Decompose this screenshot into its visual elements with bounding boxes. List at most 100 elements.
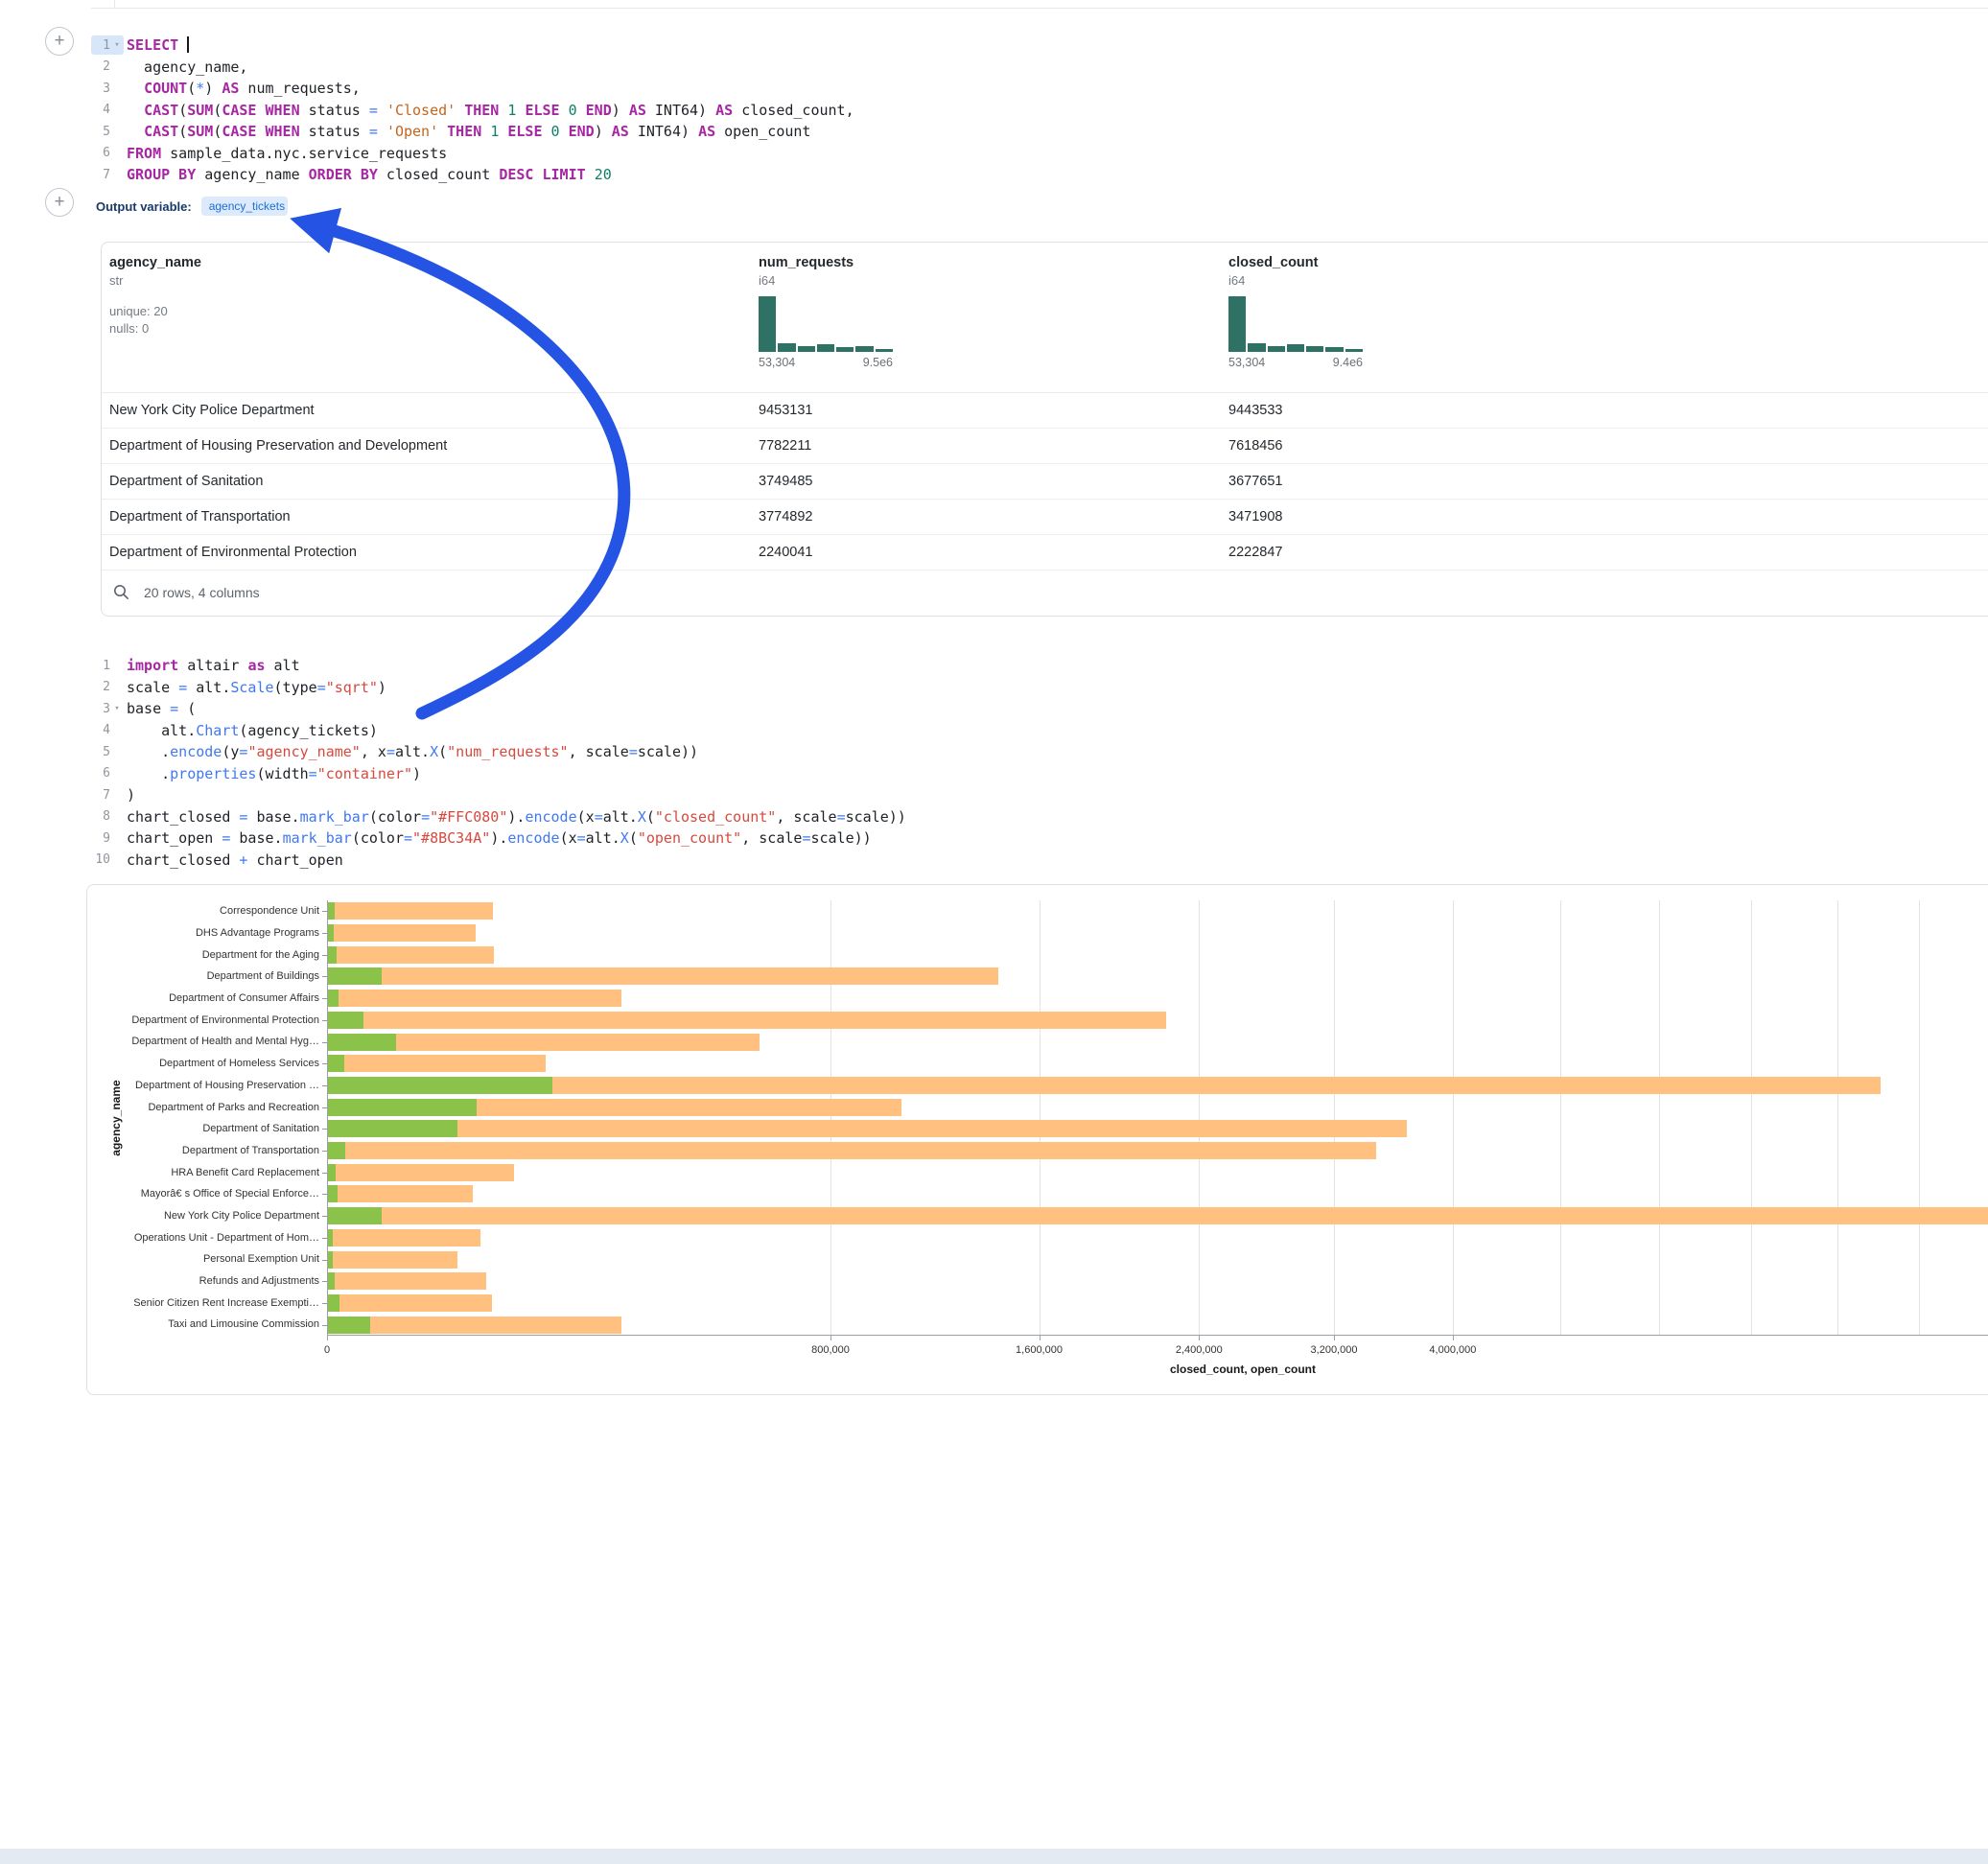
line-gutter: 7	[91, 165, 124, 184]
line-number: 4	[91, 103, 110, 117]
search-icon[interactable]	[113, 584, 129, 600]
code-line[interactable]: 10chart_closed + chart_open	[91, 850, 906, 872]
code-text: import altair as alt	[127, 657, 300, 674]
line-number: 8	[91, 809, 110, 824]
y-axis-tick-label: Personal Exemption Unit	[122, 1248, 319, 1270]
table-row[interactable]: Department of Housing Preservation and D…	[102, 429, 1988, 464]
column-header-closed-count[interactable]: closed_count i64 53,304 9.4e6	[1228, 255, 1363, 369]
code-text: alt.Chart(agency_tickets)	[127, 722, 378, 739]
histogram-bar	[778, 343, 795, 352]
bar-open_count	[327, 924, 334, 942]
code-line[interactable]: 1▾SELECT	[91, 35, 854, 57]
table-cell: 7618456	[1228, 438, 1282, 454]
histogram-bar	[817, 344, 834, 352]
table-cell: 3677651	[1228, 474, 1282, 489]
table-cell: 3749485	[759, 474, 812, 489]
fold-chevron-icon[interactable]: ▾	[110, 705, 124, 713]
next-cell-strip[interactable]	[0, 1849, 1988, 1864]
code-text: FROM sample_data.nyc.service_requests	[127, 145, 447, 162]
table-cell: 9453131	[759, 403, 812, 418]
cell-divider-tick	[114, 0, 115, 9]
code-text: SELECT	[127, 36, 189, 54]
table-cell: Department of Transportation	[109, 509, 291, 524]
line-number: 3	[91, 82, 110, 96]
add-cell-button-top[interactable]: +	[45, 27, 74, 56]
code-line[interactable]: 8chart_closed = base.mark_bar(color="#FF…	[91, 806, 906, 828]
column-header-agency-name[interactable]: agency_name str unique: 20 nulls: 0	[109, 255, 201, 338]
chart-y-axis-title: agency_name	[109, 1080, 123, 1155]
table-row[interactable]: Department of Environmental Protection22…	[102, 535, 1988, 571]
table-row[interactable]: New York City Police Department945313194…	[102, 393, 1988, 429]
code-line[interactable]: 7)	[91, 784, 906, 806]
x-gridline	[1199, 900, 1200, 1335]
y-axis-tick-label: Department of Environmental Protection	[122, 1009, 319, 1031]
code-line[interactable]: 1import altair as alt	[91, 655, 906, 677]
chart-x-axis-ticks	[327, 1336, 1988, 1340]
bar-closed_count	[327, 1077, 1881, 1094]
code-line[interactable]: 5 CAST(SUM(CASE WHEN status = 'Open' THE…	[91, 121, 854, 143]
sql-code-editor[interactable]: 1▾SELECT 2 agency_name,3 COUNT(*) AS num…	[91, 35, 854, 186]
x-gridline	[830, 900, 831, 1335]
python-code-editor[interactable]: 1import altair as alt2scale = alt.Scale(…	[91, 655, 906, 871]
add-cell-button-middle[interactable]: +	[45, 188, 74, 217]
line-number: 7	[91, 168, 110, 182]
code-line[interactable]: 4 alt.Chart(agency_tickets)	[91, 720, 906, 742]
y-axis-tick-label: Department of Sanitation	[122, 1118, 319, 1140]
histogram-bar	[836, 347, 854, 352]
table-cell: 3774892	[759, 509, 812, 524]
histogram-bar	[1248, 343, 1265, 352]
column-dtype: i64	[759, 273, 893, 288]
code-line[interactable]: 2 agency_name,	[91, 57, 854, 79]
code-line[interactable]: 3 COUNT(*) AS num_requests,	[91, 78, 854, 100]
x-axis-tick-label: 4,000,000	[1429, 1344, 1476, 1356]
table-cell: 3471908	[1228, 509, 1282, 524]
bar-closed_count	[327, 1164, 514, 1181]
histogram-max: 9.5e6	[863, 356, 893, 369]
fold-chevron-icon[interactable]: ▾	[110, 41, 124, 50]
table-row[interactable]: Department of Transportation 3774892 34719…	[102, 500, 1988, 535]
notebook-page: + + 1▾SELECT 2 agency_name,3 COUNT(*) AS…	[0, 0, 1988, 1864]
histogram-range: 53,304 9.5e6	[759, 356, 893, 369]
code-line[interactable]: 2scale = alt.Scale(type="sqrt")	[91, 677, 906, 699]
y-axis-tick-label: Operations Unit - Department of Hom…	[122, 1226, 319, 1248]
table-row[interactable]: Department of Sanitation37494853677651	[102, 464, 1988, 500]
line-gutter: 1	[91, 656, 124, 675]
line-number: 6	[91, 146, 110, 160]
code-line[interactable]: 7GROUP BY agency_name ORDER BY closed_co…	[91, 164, 854, 186]
code-line[interactable]: 3▾base = (	[91, 698, 906, 720]
bar-open_count	[327, 1294, 339, 1312]
bar-open_count	[327, 1272, 335, 1290]
bar-closed_count	[327, 1012, 1166, 1029]
x-axis-tick	[1040, 1336, 1041, 1340]
code-line[interactable]: 6 .properties(width="container")	[91, 763, 906, 785]
code-line[interactable]: 4 CAST(SUM(CASE WHEN status = 'Closed' T…	[91, 100, 854, 122]
line-number: 9	[91, 831, 110, 846]
code-line[interactable]: 9chart_open = base.mark_bar(color="#8BC3…	[91, 827, 906, 850]
x-gridline	[1837, 900, 1838, 1335]
code-line[interactable]: 5 .encode(y="agency_name", x=alt.X("num_…	[91, 741, 906, 763]
y-axis-tick-label: Senior Citizen Rent Increase Exempti…	[122, 1292, 319, 1314]
x-axis-tick	[1453, 1336, 1454, 1340]
table-footer: 20 rows, 4 columns	[102, 569, 1988, 616]
line-gutter: 5	[91, 122, 124, 141]
chart-y-axis-labels: Correspondence UnitDHS Advantage Program…	[122, 900, 319, 1336]
line-number: 2	[91, 680, 110, 694]
code-text: agency_name,	[127, 58, 247, 76]
y-axis-tick-label: Correspondence Unit	[122, 900, 319, 922]
bar-closed_count	[327, 990, 621, 1007]
histogram-bar	[1325, 347, 1343, 352]
line-gutter: 9	[91, 828, 124, 848]
column-dtype: str	[109, 273, 201, 288]
code-text: CAST(SUM(CASE WHEN status = 'Closed' THE…	[127, 102, 854, 119]
table-cell: 2240041	[759, 545, 812, 560]
bar-closed_count	[327, 1272, 486, 1290]
line-number: 5	[91, 125, 110, 139]
column-header-num-requests[interactable]: num_requests i64 53,304 9.5e6	[759, 255, 893, 369]
y-axis-tick-label: Department of Transportation	[122, 1140, 319, 1162]
line-gutter: 6	[91, 764, 124, 783]
column-histogram	[1228, 296, 1363, 352]
x-gridline	[1040, 900, 1041, 1335]
code-line[interactable]: 6 FROM sample_data.nyc.service_requests	[91, 143, 854, 165]
bar-open_count	[327, 902, 335, 920]
output-variable-pill[interactable]: agency_tickets	[201, 197, 288, 216]
